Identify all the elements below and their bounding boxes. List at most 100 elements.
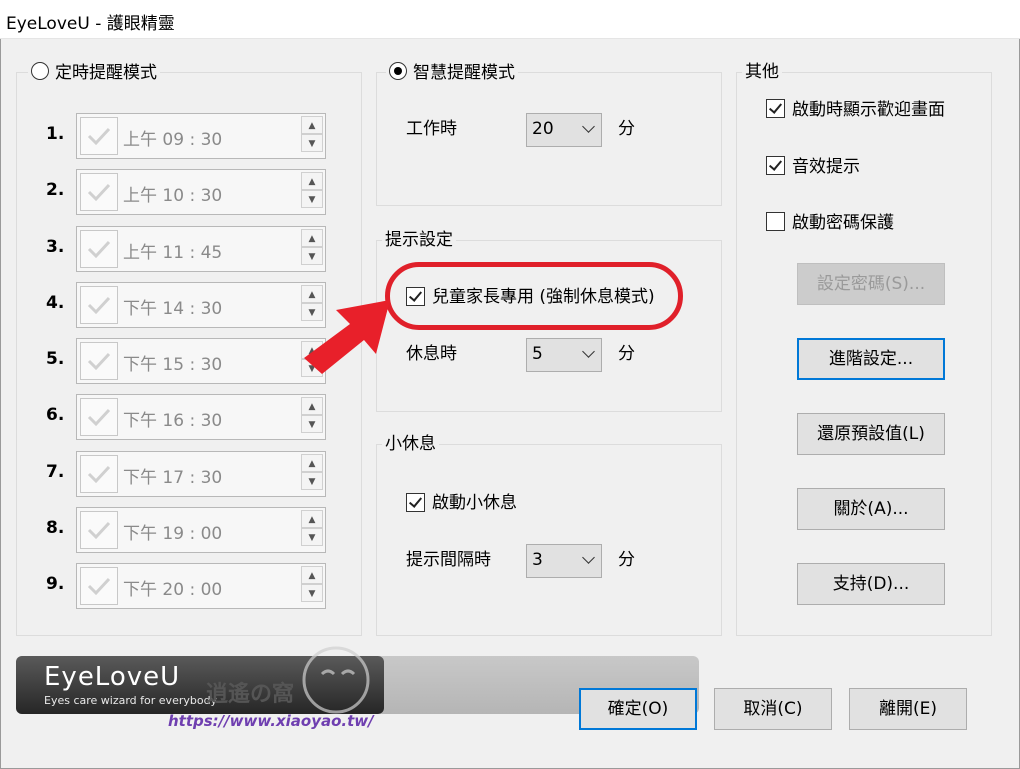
- timer-time-picker[interactable]: 下午 20 : 00 ▲ ▼: [76, 563, 326, 609]
- title-bar[interactable]: EyeLoveU - 護眼精靈: [0, 0, 1020, 39]
- interval-combo[interactable]: 3: [526, 544, 602, 578]
- rest-time-unit: 分: [618, 344, 635, 364]
- time-spinner[interactable]: ▲ ▼: [301, 454, 323, 492]
- support-button[interactable]: 支持(D)...: [797, 563, 945, 605]
- rest-time-combo[interactable]: 5: [526, 338, 602, 372]
- timer-enable-checkbox[interactable]: [80, 286, 118, 324]
- timer-time-value: 上午 11 : 45: [123, 243, 223, 263]
- timer-time-picker[interactable]: 下午 16 : 30 ▲ ▼: [76, 394, 326, 440]
- spin-up-icon[interactable]: ▲: [301, 454, 323, 472]
- sound-checkbox[interactable]: [766, 156, 785, 175]
- timer-time-picker[interactable]: 上午 11 : 45 ▲ ▼: [76, 226, 326, 272]
- timer-time-picker[interactable]: 下午 15 : 30 ▲ ▼: [76, 338, 326, 384]
- time-spinner[interactable]: ▲ ▼: [301, 510, 323, 548]
- restore-defaults-button[interactable]: 還原預設值(L): [797, 413, 945, 455]
- password-checkbox[interactable]: [766, 212, 785, 231]
- rest-time-value: 5: [532, 344, 543, 364]
- timer-enable-checkbox[interactable]: [80, 567, 118, 605]
- work-time-value: 20: [532, 119, 554, 139]
- spin-up-icon[interactable]: ▲: [301, 116, 323, 134]
- welcome-label[interactable]: 啟動時顯示歡迎畫面: [792, 99, 945, 121]
- chevron-down-icon: [582, 345, 595, 358]
- timer-enable-checkbox[interactable]: [80, 511, 118, 549]
- timer-mode-label: 定時提醒模式: [55, 63, 157, 83]
- interval-unit: 分: [618, 550, 635, 570]
- exit-button[interactable]: 離開(E): [849, 688, 967, 730]
- highlight-ellipse: [385, 262, 683, 330]
- smart-mode-radio-circle[interactable]: [389, 62, 407, 80]
- timer-enable-checkbox[interactable]: [80, 173, 118, 211]
- spin-down-icon[interactable]: ▼: [301, 528, 323, 546]
- timer-time-picker[interactable]: 下午 19 : 00 ▲ ▼: [76, 507, 326, 553]
- spin-up-icon[interactable]: ▲: [301, 397, 323, 415]
- time-spinner[interactable]: ▲ ▼: [301, 229, 323, 267]
- timer-enable-checkbox[interactable]: [80, 230, 118, 268]
- timer-enable-checkbox[interactable]: [80, 398, 118, 436]
- smart-mode-radio[interactable]: 智慧提醒模式: [386, 62, 518, 83]
- check-icon: [87, 352, 111, 371]
- timer-time-picker[interactable]: 上午 10 : 30 ▲ ▼: [76, 169, 326, 215]
- spin-down-icon[interactable]: ▼: [301, 472, 323, 490]
- spin-down-icon[interactable]: ▼: [301, 415, 323, 433]
- spin-down-icon[interactable]: ▼: [301, 247, 323, 265]
- rest-time-label: 休息時: [406, 344, 457, 364]
- spin-up-icon[interactable]: ▲: [301, 566, 323, 584]
- sound-label[interactable]: 音效提示: [792, 156, 860, 178]
- logo-subtitle: Eyes care wizard for everybody: [44, 694, 218, 707]
- pointer-arrow-icon: [304, 300, 390, 374]
- about-button[interactable]: 關於(A)...: [797, 488, 945, 530]
- timer-row-number: 3.: [46, 237, 65, 257]
- time-spinner[interactable]: ▲ ▼: [301, 116, 323, 154]
- timer-enable-checkbox[interactable]: [80, 117, 118, 155]
- timer-mode-radio[interactable]: 定時提醒模式: [28, 62, 160, 83]
- short-break-label[interactable]: 啟動小休息: [432, 492, 517, 514]
- timer-row-number: 7.: [46, 462, 65, 482]
- spin-up-icon[interactable]: ▲: [301, 510, 323, 528]
- work-time-label: 工作時: [406, 119, 457, 139]
- time-spinner[interactable]: ▲ ▼: [301, 172, 323, 210]
- timer-time-picker[interactable]: 下午 17 : 30 ▲ ▼: [76, 451, 326, 497]
- short-break-group: [376, 444, 722, 636]
- timer-row-number: 2.: [46, 180, 65, 200]
- timer-time-value: 下午 19 : 00: [123, 524, 223, 544]
- work-time-unit: 分: [618, 119, 635, 139]
- timer-time-value: 下午 20 : 00: [123, 580, 223, 600]
- welcome-checkbox[interactable]: [766, 99, 785, 118]
- check-icon: [87, 408, 111, 427]
- timer-time-picker[interactable]: 上午 09 : 30 ▲ ▼: [76, 113, 326, 159]
- timer-row-number: 5.: [46, 349, 65, 369]
- short-break-checkbox[interactable]: [406, 493, 425, 512]
- set-password-button[interactable]: 設定密碼(S)...: [797, 263, 945, 305]
- spin-down-icon[interactable]: ▼: [301, 134, 323, 152]
- other-legend: 其他: [742, 62, 782, 82]
- timer-row-number: 4.: [46, 293, 65, 313]
- spin-down-icon[interactable]: ▼: [301, 190, 323, 208]
- timer-enable-checkbox[interactable]: [80, 455, 118, 493]
- check-icon: [87, 183, 111, 202]
- spin-down-icon[interactable]: ▼: [301, 584, 323, 602]
- spin-up-icon[interactable]: ▲: [301, 229, 323, 247]
- ok-button[interactable]: 確定(O): [579, 688, 697, 730]
- timer-enable-checkbox[interactable]: [80, 342, 118, 380]
- time-spinner[interactable]: ▲ ▼: [301, 566, 323, 604]
- time-spinner[interactable]: ▲ ▼: [301, 397, 323, 435]
- cancel-button[interactable]: 取消(C): [714, 688, 832, 730]
- interval-value: 3: [532, 550, 543, 570]
- timer-row-number: 8.: [46, 518, 65, 538]
- timer-time-value: 上午 09 : 30: [123, 130, 223, 150]
- logo-title: EyeLoveU: [44, 662, 181, 692]
- check-icon: [87, 296, 111, 315]
- timer-row-number: 6.: [46, 405, 65, 425]
- timer-time-value: 下午 17 : 30: [123, 468, 223, 488]
- spin-up-icon[interactable]: ▲: [301, 172, 323, 190]
- work-time-combo[interactable]: 20: [526, 113, 602, 147]
- password-label[interactable]: 啟動密碼保護: [792, 212, 894, 234]
- timer-time-picker[interactable]: 下午 14 : 30 ▲ ▼: [76, 282, 326, 328]
- timer-time-value: 上午 10 : 30: [123, 186, 223, 206]
- advanced-settings-button[interactable]: 進階設定...: [797, 338, 945, 380]
- check-icon: [87, 521, 111, 540]
- short-break-legend: 小休息: [382, 434, 439, 454]
- timer-row-number: 9.: [46, 574, 65, 594]
- watermark-brand: 逍遙の窩: [206, 682, 295, 707]
- timer-mode-radio-circle[interactable]: [31, 62, 49, 80]
